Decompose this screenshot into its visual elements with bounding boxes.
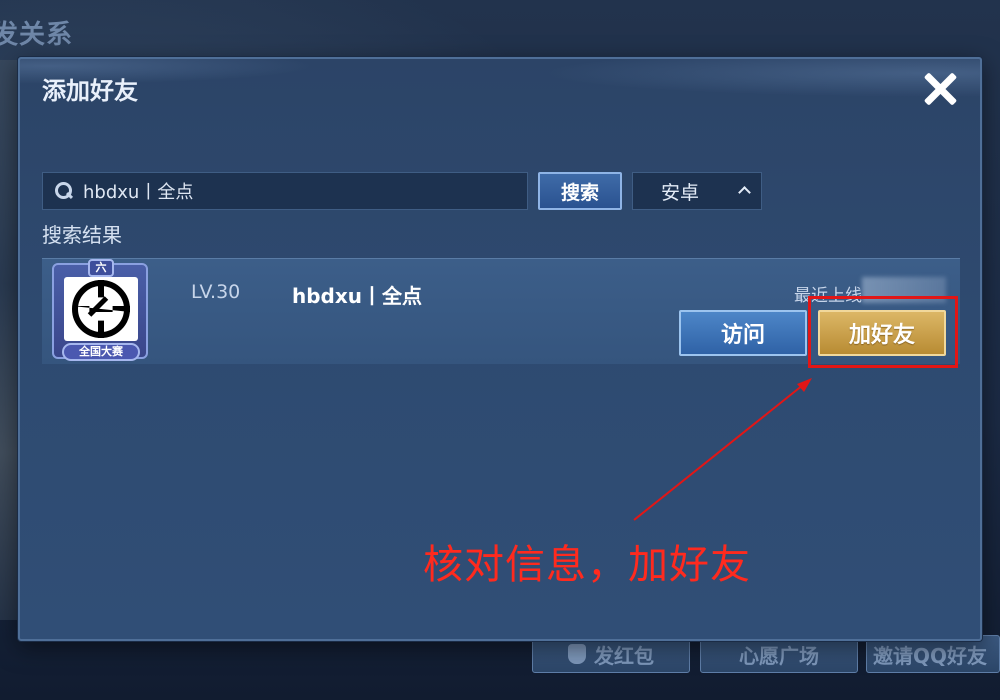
search-input[interactable]: hbdxu丨全点 <box>42 172 528 210</box>
avatar-image <box>64 277 138 341</box>
background-title: 发关系 <box>0 20 74 50</box>
platform-select[interactable]: 安卓 <box>632 172 762 210</box>
close-icon[interactable] <box>920 69 960 109</box>
chevron-up-icon <box>738 186 751 199</box>
search-icon <box>55 182 73 200</box>
red-packet-icon <box>568 644 586 664</box>
crosshair-icon <box>72 280 130 338</box>
platform-value: 安卓 <box>661 181 700 204</box>
rank-badge: 六 <box>88 259 114 277</box>
dialog-title: 添加好友 <box>42 77 138 105</box>
dialog-decoration <box>20 59 980 129</box>
red-packet-label: 发红包 <box>594 643 654 668</box>
annotation-highlight-box <box>808 296 958 368</box>
annotation-text: 核对信息，加好友 <box>423 542 751 588</box>
player-level: LV.30 <box>191 281 241 303</box>
results-heading: 搜索结果 <box>42 223 122 247</box>
search-button[interactable]: 搜索 <box>538 172 622 210</box>
avatar[interactable]: 六 全国大赛 <box>52 259 148 361</box>
tournament-badge: 全国大赛 <box>62 343 140 361</box>
visit-button[interactable]: 访问 <box>679 310 807 356</box>
player-name: hbdxu丨全点 <box>292 284 423 308</box>
search-query-text: hbdxu丨全点 <box>83 182 194 203</box>
